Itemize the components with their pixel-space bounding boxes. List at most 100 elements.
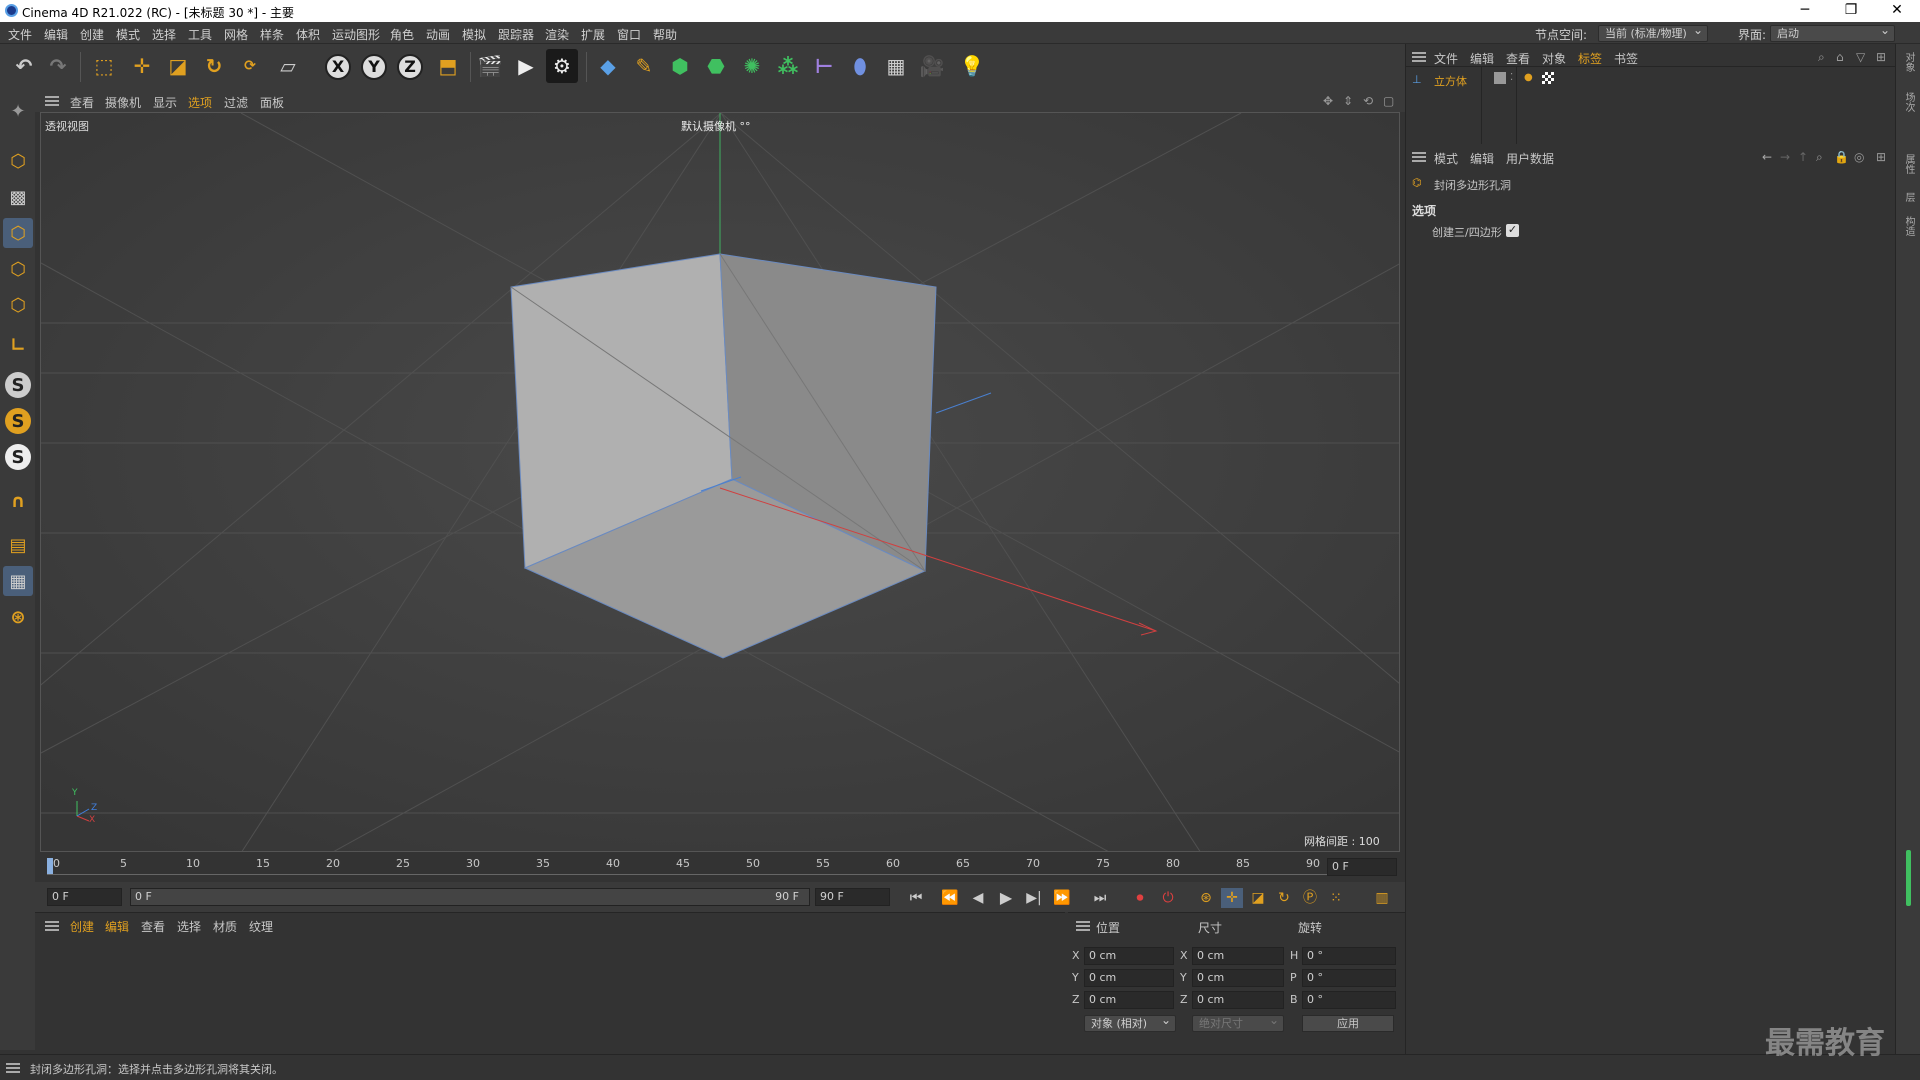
target-icon[interactable]: ◎ bbox=[1854, 150, 1864, 164]
locked-workplane-icon[interactable]: ▦ bbox=[3, 566, 33, 596]
tab-objects[interactable]: 对象 bbox=[1901, 52, 1916, 72]
tab-layers[interactable]: 层 bbox=[1901, 192, 1916, 202]
undo-icon[interactable]: ↶ bbox=[8, 49, 40, 83]
object-menu-view[interactable]: 查看 bbox=[1506, 50, 1530, 67]
auto-key-icon[interactable]: ⏻ bbox=[1157, 888, 1179, 908]
rotate-tool-icon[interactable]: ↻ bbox=[198, 49, 230, 83]
menu-window[interactable]: 窗口 bbox=[617, 26, 641, 43]
position-y-field[interactable]: 0 cm bbox=[1084, 969, 1174, 987]
object-row-cube[interactable]: ⊥ 立方体 ⁚ ● bbox=[1412, 72, 1712, 90]
maximize-view-icon[interactable]: ▢ bbox=[1383, 94, 1394, 108]
new-window-icon[interactable]: ⊞ bbox=[1876, 150, 1886, 164]
viewport-menu-filter[interactable]: 过滤 bbox=[224, 94, 248, 111]
viewport-menu-display[interactable]: 显示 bbox=[153, 94, 177, 111]
hamburger-icon[interactable] bbox=[1412, 52, 1426, 62]
object-menu-objects[interactable]: 对象 bbox=[1542, 50, 1566, 67]
viewport-menu-view[interactable]: 查看 bbox=[70, 94, 94, 111]
cloner-icon[interactable]: ✺ bbox=[736, 49, 768, 83]
viewport-menu-panel[interactable]: 面板 bbox=[260, 94, 284, 111]
material-menu-edit[interactable]: 编辑 bbox=[105, 918, 129, 935]
light-icon[interactable]: 💡 bbox=[956, 49, 988, 83]
lock-icon[interactable]: 🔒 bbox=[1834, 150, 1849, 164]
visibility-dots-icon[interactable]: ⁚ bbox=[1510, 72, 1513, 83]
hamburger-icon[interactable] bbox=[6, 1063, 20, 1073]
extrude-icon[interactable]: ⬣ bbox=[700, 49, 732, 83]
coordinate-mode-select[interactable]: 对象 (相对) bbox=[1084, 1013, 1176, 1032]
record-keys-icon[interactable]: ⏺ bbox=[1129, 888, 1151, 908]
size-mode-select[interactable]: 绝对尺寸 bbox=[1192, 1013, 1284, 1032]
key-rotation-icon[interactable]: ↻ bbox=[1273, 888, 1295, 908]
menu-render[interactable]: 渲染 bbox=[545, 26, 569, 43]
menu-extensions[interactable]: 扩展 bbox=[581, 26, 605, 43]
material-menu-select[interactable]: 选择 bbox=[177, 918, 201, 935]
rotation-h-field[interactable]: 0 ° bbox=[1302, 947, 1396, 965]
menu-animate[interactable]: 动画 bbox=[426, 26, 450, 43]
material-menu-view[interactable]: 查看 bbox=[141, 918, 165, 935]
menu-mode[interactable]: 模式 bbox=[116, 26, 140, 43]
perspective-viewport[interactable]: 透视视图 默认摄像机 °° 网格间距 : 100 cm Y Z X bbox=[40, 112, 1400, 852]
forward-arrow-icon[interactable]: → bbox=[1780, 150, 1790, 164]
object-menu-tags[interactable]: 标签 bbox=[1578, 50, 1602, 67]
size-z-field[interactable]: 0 cm bbox=[1192, 991, 1284, 1009]
rotation-p-field[interactable]: 0 ° bbox=[1302, 969, 1396, 987]
recent-tools-icon[interactable]: ⟳ bbox=[234, 49, 266, 83]
size-y-field[interactable]: 0 cm bbox=[1192, 969, 1284, 987]
polygon-mode-icon[interactable]: ⬡ bbox=[3, 290, 33, 320]
restore-button[interactable]: ❐ bbox=[1828, 0, 1874, 22]
point-mode-icon[interactable]: ⬡ bbox=[3, 218, 33, 248]
go-to-start-icon[interactable]: ⏮ bbox=[905, 888, 927, 908]
phong-tag-icon[interactable]: ● bbox=[1524, 72, 1533, 83]
hamburger-icon[interactable] bbox=[45, 921, 59, 931]
position-x-field[interactable]: 0 cm bbox=[1084, 947, 1174, 965]
scale-tool-icon[interactable]: ◪ bbox=[162, 49, 194, 83]
create-tri-quad-checkbox[interactable]: ✓ bbox=[1506, 224, 1519, 237]
key-position-icon[interactable]: ✛ bbox=[1221, 888, 1243, 908]
axis-y-lock-button[interactable]: Y bbox=[361, 54, 387, 80]
filter-icon[interactable]: ▽ bbox=[1856, 50, 1865, 64]
material-manager[interactable]: 创建 编辑 查看 选择 材质 纹理 bbox=[35, 912, 1065, 1054]
position-z-field[interactable]: 0 cm bbox=[1084, 991, 1174, 1009]
menu-volume[interactable]: 体积 bbox=[296, 26, 320, 43]
menu-tracker[interactable]: 跟踪器 bbox=[498, 26, 534, 43]
go-to-end-icon[interactable]: ⏭ bbox=[1089, 888, 1111, 908]
play-icon[interactable]: ▶ bbox=[995, 888, 1017, 908]
minimize-button[interactable]: ─ bbox=[1782, 0, 1828, 22]
key-scale-icon[interactable]: ◪ bbox=[1247, 888, 1269, 908]
home-icon[interactable]: ⌂ bbox=[1836, 50, 1844, 64]
object-name[interactable]: 立方体 bbox=[1434, 73, 1467, 89]
timeline-window-icon[interactable]: ▥ bbox=[1371, 888, 1393, 908]
next-frame-icon[interactable]: ▶| bbox=[1023, 888, 1045, 908]
tab-takes[interactable]: 场次 bbox=[1901, 92, 1916, 112]
prev-frame-icon[interactable]: ◀ bbox=[967, 888, 989, 908]
cube-object-icon[interactable]: ◆ bbox=[592, 49, 624, 83]
menu-edit[interactable]: 编辑 bbox=[44, 26, 68, 43]
menu-select[interactable]: 选择 bbox=[152, 26, 176, 43]
close-button[interactable]: ✕ bbox=[1874, 0, 1920, 22]
redo-icon[interactable]: ↷ bbox=[42, 49, 74, 83]
mograph-effector-icon[interactable]: ⁂ bbox=[772, 49, 804, 83]
material-menu-material[interactable]: 材质 bbox=[213, 918, 237, 935]
timeline-ruler[interactable]: 0 5 10 15 20 25 30 35 40 45 50 55 60 65 … bbox=[35, 852, 1405, 882]
keyframe-selection-icon[interactable]: ⊛ bbox=[1195, 888, 1217, 908]
back-arrow-icon[interactable]: ← bbox=[1762, 150, 1772, 164]
attr-menu-mode[interactable]: 模式 bbox=[1434, 150, 1458, 167]
frame-range-slider[interactable]: 0 F 90 F bbox=[130, 888, 810, 906]
axis-x-lock-button[interactable]: X bbox=[325, 54, 351, 80]
end-frame-field[interactable]: 90 F bbox=[815, 888, 890, 906]
search-icon[interactable]: ⌕ bbox=[1816, 150, 1823, 165]
pen-spline-icon[interactable]: ✎ bbox=[628, 49, 660, 83]
size-x-field[interactable]: 0 cm bbox=[1192, 947, 1284, 965]
tab-attributes[interactable]: 属性 bbox=[1901, 154, 1916, 174]
viewport-menu-options[interactable]: 选项 bbox=[188, 94, 212, 111]
solo-icon[interactable]: S bbox=[5, 372, 31, 398]
menu-mograph[interactable]: 运动图形 bbox=[332, 26, 380, 43]
object-menu-file[interactable]: 文件 bbox=[1434, 50, 1458, 67]
object-menu-edit[interactable]: 编辑 bbox=[1470, 50, 1494, 67]
key-parameter-icon[interactable]: Ⓟ bbox=[1299, 888, 1321, 908]
field-icon[interactable]: ⬮ bbox=[844, 49, 876, 83]
layer-icon[interactable] bbox=[1494, 72, 1506, 84]
menu-spline[interactable]: 样条 bbox=[260, 26, 284, 43]
workplane-icon[interactable]: ▱ bbox=[272, 49, 304, 83]
texture-tag-icon[interactable] bbox=[1542, 72, 1554, 84]
tab-structure[interactable]: 构造 bbox=[1901, 216, 1916, 236]
